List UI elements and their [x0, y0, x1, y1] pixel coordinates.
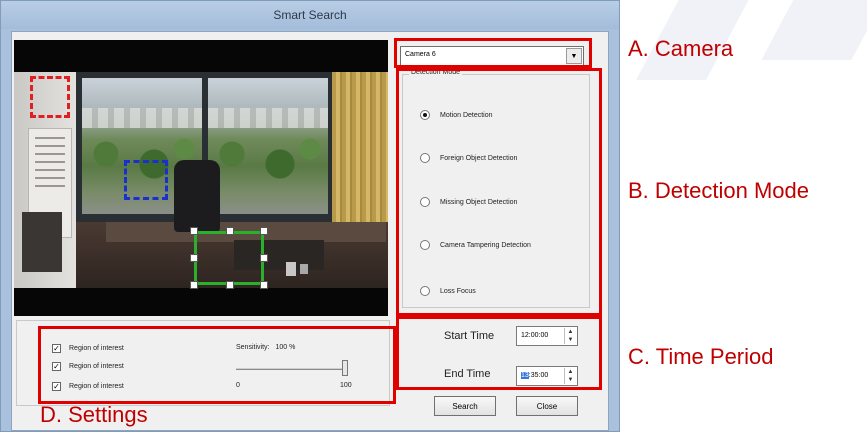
roi-resize-handle[interactable] [260, 254, 268, 262]
scene-object [300, 264, 308, 274]
annotation-box-detection-mode [396, 68, 602, 316]
annotation-box-time-period [396, 316, 602, 390]
title-bar: Smart Search [1, 1, 619, 29]
scene-curtain [332, 72, 388, 242]
roi-blue-region[interactable] [124, 160, 168, 200]
roi-resize-handle[interactable] [260, 227, 268, 235]
annotation-label-time-period: C. Time Period [628, 344, 774, 369]
roi-green-region[interactable] [194, 231, 264, 285]
window-title: Smart Search [273, 8, 347, 22]
roi-resize-handle[interactable] [190, 254, 198, 262]
close-button[interactable]: Close [516, 396, 578, 416]
annotation-box-camera [394, 38, 592, 68]
roi-resize-handle[interactable] [226, 281, 234, 289]
search-button[interactable]: Search [434, 396, 496, 416]
roi-red-region[interactable] [30, 76, 70, 118]
background-stripe [761, 0, 867, 60]
scene-window-pane [208, 78, 328, 214]
scene-cabinet [22, 212, 62, 272]
annotation-label-detection-mode: B. Detection Mode [628, 178, 809, 203]
roi-resize-handle[interactable] [190, 227, 198, 235]
scene-object [286, 262, 296, 276]
roi-resize-handle[interactable] [226, 227, 234, 235]
roi-resize-handle[interactable] [260, 281, 268, 289]
annotation-box-settings [38, 326, 396, 404]
roi-resize-handle[interactable] [190, 281, 198, 289]
scene-chair [174, 160, 220, 232]
annotation-label-camera: A. Camera [628, 36, 734, 61]
annotation-label-settings: D. Settings [40, 402, 148, 427]
